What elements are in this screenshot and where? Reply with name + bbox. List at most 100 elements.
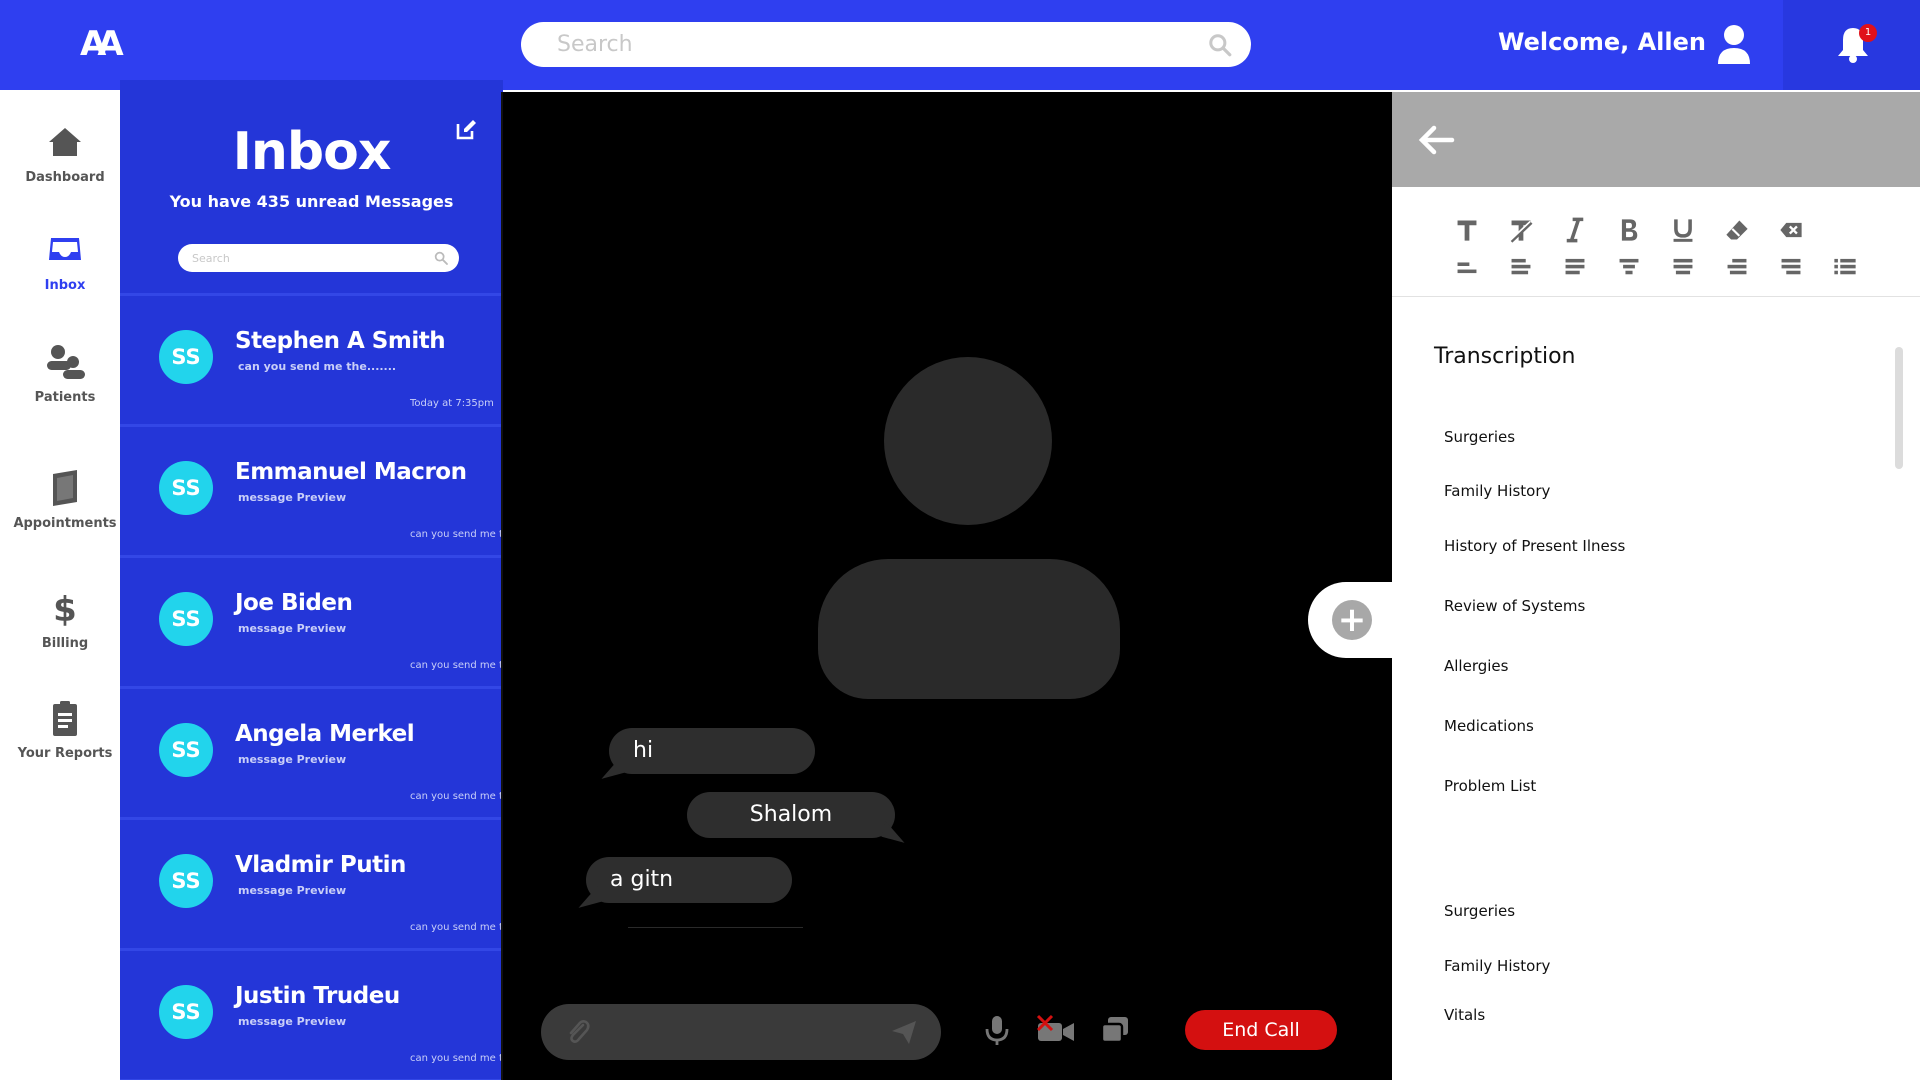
- sender-name: Emmanuel Macron: [235, 459, 467, 485]
- avatar: SS: [159, 592, 213, 646]
- section-allergies[interactable]: Allergies: [1444, 657, 1508, 675]
- section-problem-list[interactable]: Problem List: [1444, 777, 1536, 795]
- notifications-area[interactable]: 1: [1783, 0, 1920, 90]
- inbox-header: Inbox You have 435 unread Messages: [120, 80, 503, 296]
- chat-bubble-outgoing: Shalom: [687, 792, 895, 838]
- camera-off-icon[interactable]: [1036, 1012, 1076, 1048]
- back-arrow-icon[interactable]: [1416, 122, 1456, 158]
- message-row[interactable]: SS Angela Merkel message Preview can you…: [120, 689, 503, 820]
- sender-name: Joe Biden: [235, 590, 353, 616]
- paperclip-icon[interactable]: [563, 1017, 593, 1047]
- bullet-list-icon[interactable]: [1832, 253, 1858, 279]
- italic-icon[interactable]: [1562, 217, 1588, 243]
- nav-item-billing[interactable]: $ Billing: [0, 588, 130, 651]
- message-preview: can you send me the.......: [238, 360, 397, 373]
- nav-item-reports[interactable]: Your Reports: [0, 698, 130, 761]
- section-medications[interactable]: Medications: [1444, 717, 1534, 735]
- message-row[interactable]: SS Stephen A Smith can you send me the..…: [120, 296, 503, 427]
- user-icon[interactable]: [1716, 24, 1752, 64]
- compose-icon[interactable]: [454, 118, 478, 142]
- bold-icon[interactable]: [1616, 217, 1642, 243]
- align-left-icon[interactable]: [1508, 253, 1534, 279]
- notification-badge: 1: [1859, 24, 1877, 42]
- inbox-icon: [49, 238, 81, 260]
- book-icon: [53, 470, 77, 506]
- section-history-present-illness[interactable]: History of Present Ilness: [1444, 537, 1625, 555]
- avatar: SS: [159, 985, 213, 1039]
- dollar-icon: $: [53, 590, 77, 628]
- section-surgeries[interactable]: Surgeries: [1444, 428, 1515, 446]
- send-icon[interactable]: [889, 1017, 919, 1047]
- message-row[interactable]: SS Justin Trudeu message Preview can you…: [120, 951, 503, 1080]
- end-call-button[interactable]: End Call: [1185, 1010, 1337, 1050]
- microphone-icon[interactable]: [979, 1012, 1015, 1048]
- align-bottom-icon[interactable]: [1454, 253, 1480, 279]
- transcription-panel: Transcription Surgeries Family History H…: [1392, 92, 1920, 1080]
- message-preview: message Preview: [238, 884, 347, 897]
- nav-label: Appointments: [13, 516, 117, 531]
- section-vitals[interactable]: Vitals: [1444, 1006, 1485, 1024]
- eraser-icon[interactable]: [1724, 217, 1750, 243]
- search-icon[interactable]: [433, 250, 449, 266]
- sender-name: Vladmir Putin: [235, 852, 406, 878]
- people-icon: [47, 345, 85, 379]
- inbox-panel: Inbox You have 435 unread Messages SS St…: [120, 80, 503, 1080]
- sender-name: Stephen A Smith: [235, 328, 446, 354]
- align-justify-icon[interactable]: [1670, 253, 1696, 279]
- chat-bubble-incoming: hi: [609, 728, 815, 774]
- avatar: SS: [159, 461, 213, 515]
- section-family-history[interactable]: Family History: [1444, 482, 1550, 500]
- inbox-unread-count: You have 435 unread Messages: [169, 192, 454, 211]
- nav-label: Your Reports: [17, 746, 113, 761]
- nav-label: Inbox: [44, 278, 86, 293]
- align-center-icon[interactable]: [1616, 253, 1642, 279]
- message-time: Today at 7:35pm: [410, 398, 494, 409]
- avatar: SS: [159, 330, 213, 384]
- message-preview: message Preview: [238, 491, 347, 504]
- avatar: SS: [159, 723, 213, 777]
- inbox-search-input[interactable]: [192, 251, 433, 265]
- align-right-icon[interactable]: [1724, 253, 1750, 279]
- text-size-icon[interactable]: [1454, 217, 1480, 243]
- section-review-of-systems[interactable]: Review of Systems: [1444, 597, 1585, 615]
- app-logo[interactable]: AA: [80, 24, 136, 64]
- message-preview: message Preview: [238, 622, 347, 635]
- global-search[interactable]: [521, 22, 1251, 67]
- underline-icon[interactable]: [1670, 217, 1696, 243]
- chat-message-input[interactable]: [603, 1022, 879, 1042]
- nav-item-patients[interactable]: Patients: [0, 342, 130, 405]
- avatar: SS: [159, 854, 213, 908]
- align-justify-right-icon[interactable]: [1778, 253, 1804, 279]
- message-preview: message Preview: [238, 753, 347, 766]
- scrollbar[interactable]: [1895, 347, 1903, 469]
- transcription-title: Transcription: [1434, 344, 1576, 369]
- welcome-text: Welcome, Allen: [1498, 28, 1706, 56]
- nav-label: Patients: [34, 390, 96, 405]
- nav-item-dashboard[interactable]: Dashboard: [0, 122, 130, 185]
- align-justify-left-icon[interactable]: [1562, 253, 1588, 279]
- global-search-input[interactable]: [557, 32, 1207, 57]
- search-icon[interactable]: [1207, 32, 1233, 58]
- add-note-tab[interactable]: +: [1308, 582, 1394, 658]
- message-time: can you send me th: [410, 922, 503, 933]
- message-time: can you send me th: [410, 791, 503, 802]
- video-call-area: hi Shalom a gitn End Call: [503, 92, 1392, 1080]
- message-time: can you send me th: [410, 660, 503, 671]
- screen-share-icon[interactable]: [1097, 1012, 1133, 1048]
- message-row[interactable]: SS Emmanuel Macron message Preview can y…: [120, 427, 503, 558]
- section-surgeries[interactable]: Surgeries: [1444, 902, 1515, 920]
- nav-item-inbox[interactable]: Inbox: [0, 230, 130, 293]
- plus-icon[interactable]: +: [1332, 600, 1372, 640]
- home-icon: [49, 128, 81, 156]
- chat-input-bar[interactable]: [541, 1004, 941, 1060]
- clear-format-icon[interactable]: [1508, 217, 1534, 243]
- backspace-icon[interactable]: [1778, 217, 1804, 243]
- section-family-history[interactable]: Family History: [1444, 957, 1550, 975]
- message-row[interactable]: SS Vladmir Putin message Preview can you…: [120, 820, 503, 951]
- sender-name: Angela Merkel: [235, 721, 415, 747]
- inbox-title: Inbox: [232, 122, 392, 182]
- left-nav: Dashboard Inbox Patients Appointments $ …: [0, 90, 120, 1080]
- nav-item-appointments[interactable]: Appointments: [0, 468, 130, 531]
- message-row[interactable]: SS Joe Biden message Preview can you sen…: [120, 558, 503, 689]
- inbox-search[interactable]: [178, 244, 459, 272]
